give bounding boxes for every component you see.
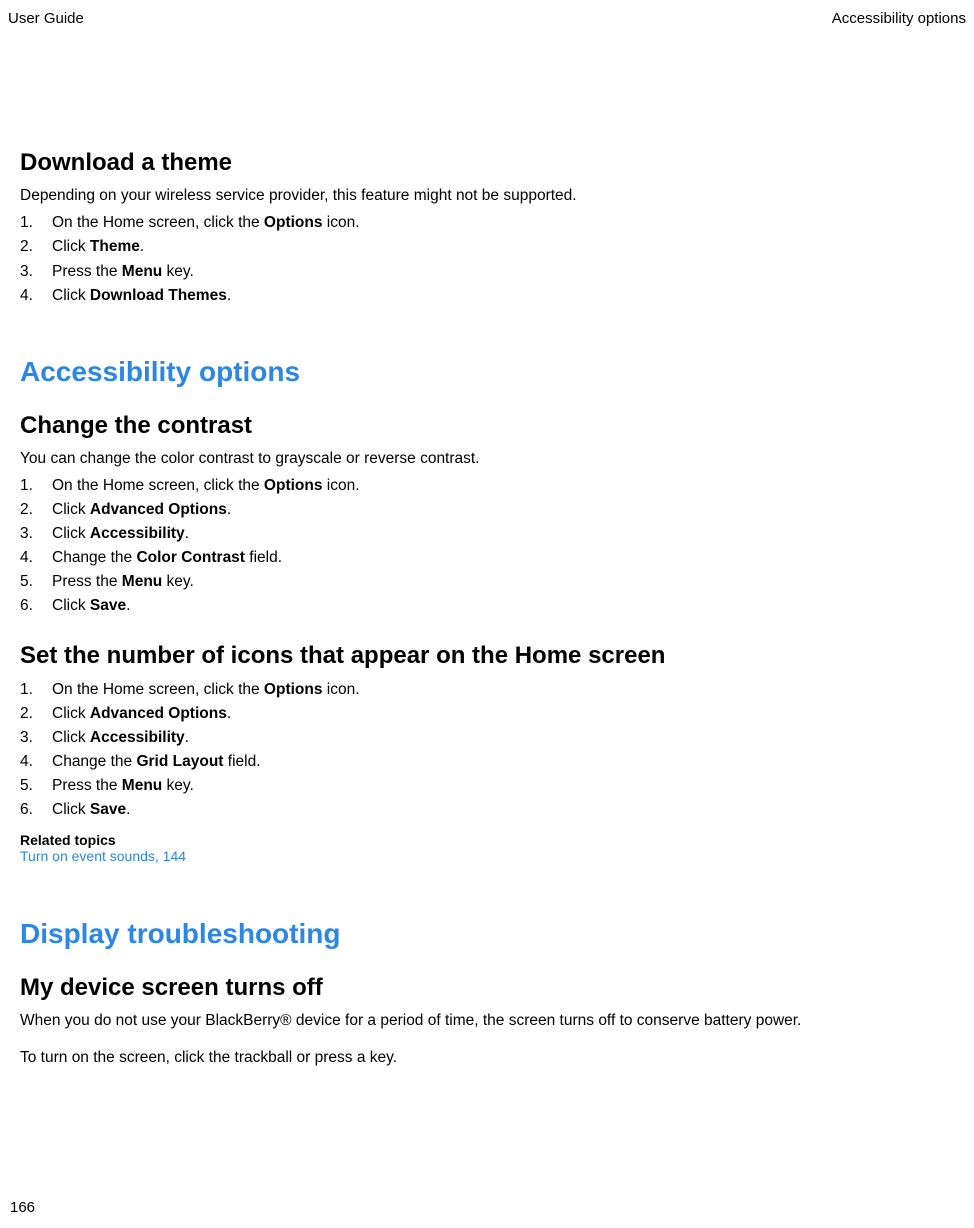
list-item: Click Save. (20, 798, 954, 822)
section-icons-steps: On the Home screen, click the Options ic… (20, 678, 954, 822)
section-change-contrast-intro: You can change the color contrast to gra… (20, 448, 954, 470)
list-item: Click Download Themes. (20, 284, 954, 308)
list-item: Change the Grid Layout field. (20, 750, 954, 774)
section-change-contrast-steps: On the Home screen, click the Options ic… (20, 474, 954, 618)
section-screen-off-para2: To turn on the screen, click the trackba… (20, 1047, 954, 1069)
list-item: On the Home screen, click the Options ic… (20, 678, 954, 702)
section-screen-off-title: My device screen turns off (20, 974, 954, 1002)
list-item: Click Accessibility. (20, 726, 954, 750)
list-item: Click Theme. (20, 235, 954, 259)
section-change-contrast-title: Change the contrast (20, 412, 954, 440)
page-content: Download a theme Depending on your wirel… (0, 149, 974, 1069)
list-item: Click Save. (20, 594, 954, 618)
list-item: Click Advanced Options. (20, 702, 954, 726)
section-icons-title: Set the number of icons that appear on t… (20, 642, 954, 670)
list-item: Click Accessibility. (20, 522, 954, 546)
section-screen-off-para1: When you do not use your BlackBerry® dev… (20, 1010, 954, 1032)
list-item: Click Advanced Options. (20, 498, 954, 522)
related-topics-heading: Related topics (20, 832, 954, 848)
section-download-theme-title: Download a theme (20, 149, 954, 177)
page-header: User Guide Accessibility options (0, 0, 974, 27)
list-item: Press the Menu key. (20, 774, 954, 798)
section-download-theme-steps: On the Home screen, click the Options ic… (20, 211, 954, 307)
header-right: Accessibility options (832, 10, 966, 27)
section-accessibility-options-title: Accessibility options (20, 356, 954, 388)
section-download-theme-intro: Depending on your wireless service provi… (20, 185, 954, 207)
page-number: 166 (10, 1199, 35, 1216)
list-item: Change the Color Contrast field. (20, 546, 954, 570)
related-topics-link[interactable]: Turn on event sounds, 144 (20, 848, 954, 864)
list-item: On the Home screen, click the Options ic… (20, 211, 954, 235)
list-item: Press the Menu key. (20, 260, 954, 284)
header-left: User Guide (8, 10, 84, 27)
section-display-troubleshooting-title: Display troubleshooting (20, 918, 954, 950)
list-item: On the Home screen, click the Options ic… (20, 474, 954, 498)
list-item: Press the Menu key. (20, 570, 954, 594)
